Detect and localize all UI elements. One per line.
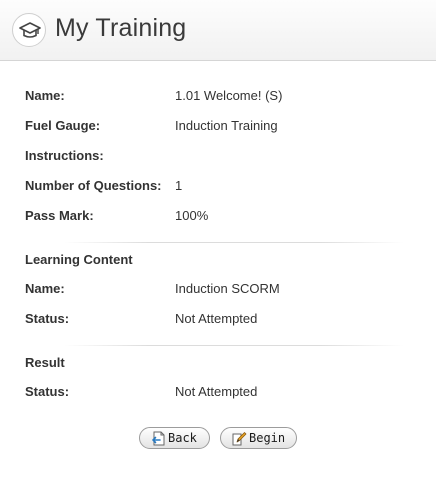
begin-button[interactable]: Begin bbox=[220, 427, 297, 449]
back-page-icon bbox=[151, 431, 166, 452]
name-value: 1.01 Welcome! (S) bbox=[175, 88, 283, 103]
instructions-label: Instructions: bbox=[25, 148, 104, 163]
result-heading: Result bbox=[25, 355, 65, 370]
name-label: Name: bbox=[25, 88, 65, 103]
learning-content-heading: Learning Content bbox=[25, 252, 133, 267]
result-status-value: Not Attempted bbox=[175, 384, 258, 399]
edit-pencil-icon bbox=[232, 431, 247, 452]
fuel-gauge-label: Fuel Gauge: bbox=[25, 118, 101, 133]
training-cap-icon bbox=[12, 13, 46, 47]
back-button-label: Back bbox=[168, 431, 197, 445]
section-divider bbox=[64, 242, 404, 243]
pass-mark-label: Pass Mark: bbox=[25, 208, 94, 223]
pass-mark-value: 100% bbox=[175, 208, 209, 223]
back-button[interactable]: Back bbox=[139, 427, 210, 449]
fuel-gauge-value: Induction Training bbox=[175, 118, 278, 133]
content-name-label: Name: bbox=[25, 281, 65, 296]
page-title: My Training bbox=[55, 14, 187, 42]
page-header: My Training bbox=[0, 0, 436, 61]
content-name-value: Induction SCORM bbox=[175, 281, 280, 296]
result-status-label: Status: bbox=[25, 384, 70, 399]
number-of-questions-label: Number of Questions: bbox=[25, 178, 162, 193]
number-of-questions-value: 1 bbox=[175, 178, 183, 193]
begin-button-label: Begin bbox=[249, 431, 286, 445]
content-status-value: Not Attempted bbox=[175, 311, 258, 326]
section-divider bbox=[64, 345, 404, 346]
content-status-label: Status: bbox=[25, 311, 70, 326]
